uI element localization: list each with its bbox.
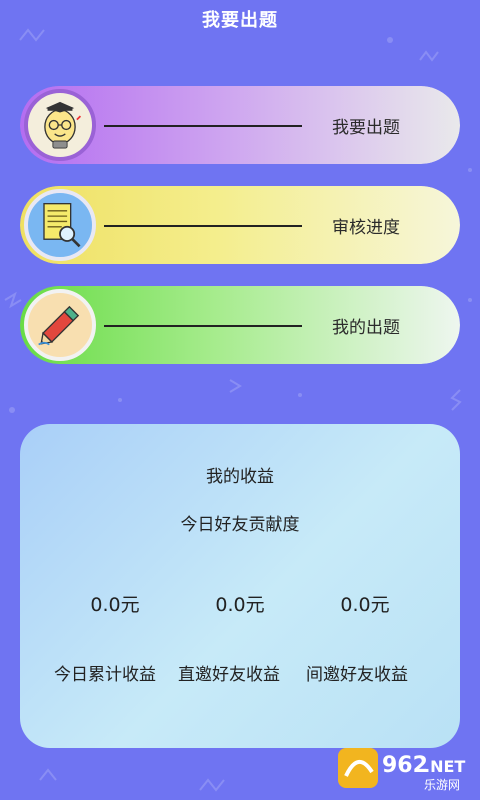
menu-item-create-question[interactable]: 我要出题 xyxy=(20,86,460,164)
menu-item-my-questions[interactable]: 我的出题 xyxy=(20,286,460,364)
lightbulb-professor-icon xyxy=(24,89,96,161)
watermark-site-name: 乐游网 xyxy=(424,778,460,792)
menu-item-divider-line xyxy=(104,325,302,327)
menu-item-divider-line xyxy=(104,125,302,127)
earnings-card: 我的收益 今日好友贡献度 0.0元 0.0元 0.0元 今日累计收益 直邀好友收… xyxy=(20,424,460,748)
menu-item-review-progress[interactable]: 审核进度 xyxy=(20,186,460,264)
direct-invite-earnings-value: 0.0元 xyxy=(215,594,265,616)
menu-item-label: 我要出题 xyxy=(332,117,400,138)
page-header: 我要出题 xyxy=(0,0,480,38)
menu-item-divider-line xyxy=(104,225,302,227)
indirect-invite-earnings-label: 间邀好友收益 xyxy=(306,665,408,685)
page-title: 我要出题 xyxy=(202,10,278,31)
earnings-title: 我的收益 xyxy=(206,467,274,487)
indirect-invite-earnings-value: 0.0元 xyxy=(340,594,390,616)
menu-item-label: 我的出题 xyxy=(332,317,400,338)
today-total-earnings-value: 0.0元 xyxy=(90,594,140,616)
today-total-earnings-label: 今日累计收益 xyxy=(54,665,156,685)
pencil-icon xyxy=(24,289,96,361)
menu-item-label: 审核进度 xyxy=(332,217,400,238)
site-watermark-logo: 962 .NET 乐游网 xyxy=(338,746,472,792)
document-magnifier-icon xyxy=(24,189,96,261)
watermark-brand: 962 xyxy=(382,753,428,778)
direct-invite-earnings-label: 直邀好友收益 xyxy=(178,665,280,685)
friend-contribution-label: 今日好友贡献度 xyxy=(180,515,300,535)
watermark-tld: .NET xyxy=(424,757,465,776)
